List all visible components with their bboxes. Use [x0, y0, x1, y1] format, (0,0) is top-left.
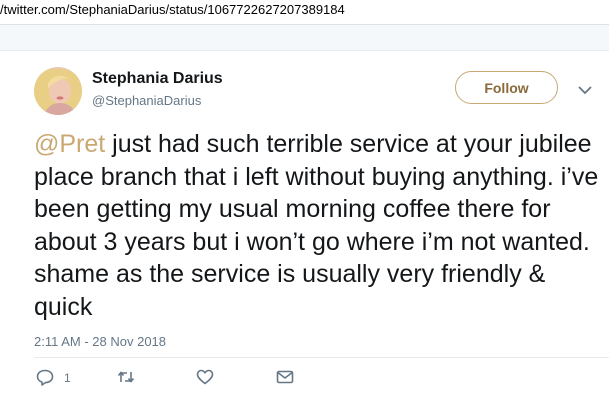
tweet-card: Stephania Darius @StephaniaDarius Follow…: [0, 51, 609, 405]
direct-message-button[interactable]: [276, 367, 296, 387]
timestamp[interactable]: 2:11 AM - 28 Nov 2018: [34, 334, 166, 349]
reply-button[interactable]: 1: [36, 367, 76, 387]
address-bar[interactable]: /twitter.com/StephaniaDarius/status/1067…: [0, 0, 609, 25]
divider: [34, 357, 609, 358]
url-text[interactable]: /twitter.com/StephaniaDarius/status/1067…: [0, 2, 345, 17]
retweet-button[interactable]: [117, 367, 137, 387]
mention-link[interactable]: @Pret: [34, 130, 105, 158]
tweet-text: @Pret just had such terrible service at …: [34, 128, 604, 323]
chevron-down-icon[interactable]: [577, 83, 593, 95]
reply-count: 1: [64, 371, 71, 385]
tweet-body: just had such terrible service at your j…: [34, 130, 599, 321]
author-name[interactable]: Stephania Darius: [92, 70, 223, 88]
like-button[interactable]: [196, 367, 216, 387]
follow-button[interactable]: Follow: [455, 71, 558, 104]
avatar[interactable]: [34, 67, 82, 115]
header-band: [0, 25, 609, 51]
author-handle[interactable]: @StephaniaDarius: [92, 93, 201, 108]
